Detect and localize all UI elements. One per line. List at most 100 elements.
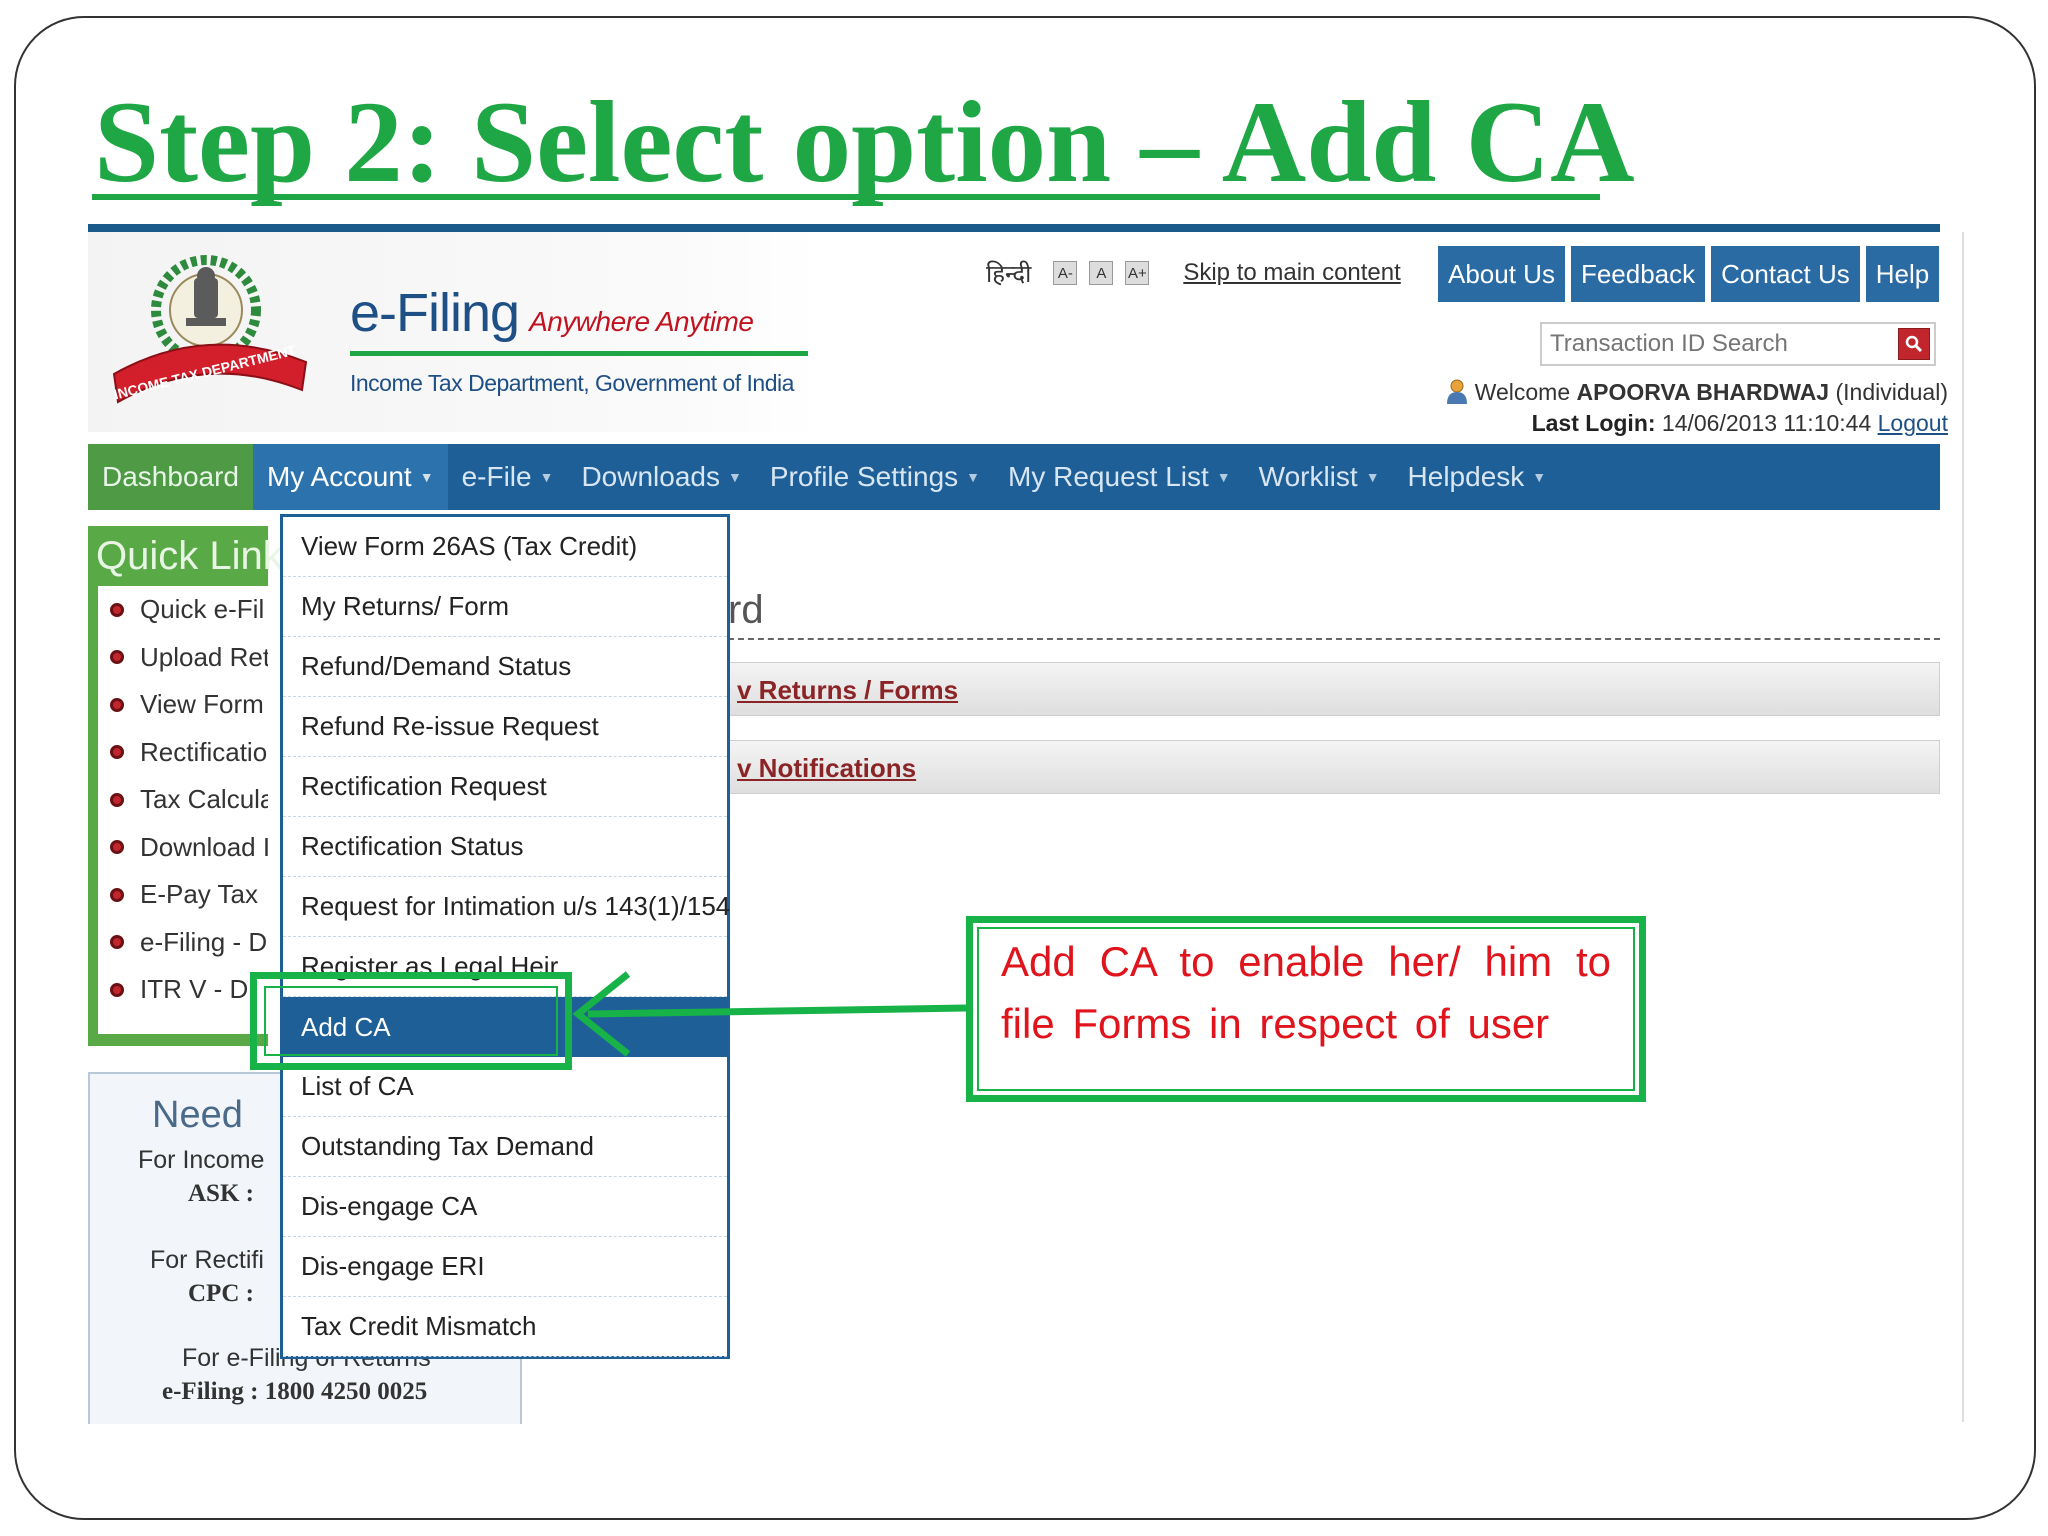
top-border	[88, 224, 1940, 232]
menu-item-disengage-ca[interactable]: Dis-engage CA	[283, 1177, 727, 1237]
nav-label: Dashboard	[102, 461, 239, 492]
hindi-link[interactable]: हिन्दी	[986, 257, 1031, 290]
menu-item-my-returns[interactable]: My Returns/ Form	[283, 577, 727, 637]
bullet-icon	[110, 697, 124, 712]
brand: e-Filing Anywhere Anytime	[350, 282, 754, 344]
user-type: (Individual)	[1835, 379, 1949, 405]
caret-down-icon: ▼	[419, 469, 434, 485]
nav-label: My Request List	[1008, 461, 1209, 492]
logout-link[interactable]: Logout	[1878, 410, 1948, 436]
bullet-icon	[110, 745, 124, 760]
font-decrease-button[interactable]: A-	[1053, 261, 1078, 285]
main-nav: Dashboard My Account ▼ e-File ▼ Downloads ▼…	[88, 444, 1940, 510]
callout-text: Add CA to enable her/ him to file Forms …	[1001, 938, 1611, 1047]
tab-contact-us[interactable]: Contact Us	[1711, 246, 1860, 302]
quick-link-label: Download I	[140, 831, 268, 862]
transaction-id-search-input[interactable]	[1550, 329, 1890, 359]
tab-help[interactable]: Help	[1865, 246, 1940, 302]
caret-down-icon: ▼	[1532, 469, 1547, 485]
quick-link-label: E-Pay Tax	[140, 879, 259, 910]
quick-link-label: Quick e-Fil	[140, 594, 265, 625]
quick-link-item[interactable]: Upload Ret	[98, 634, 268, 682]
utility-links: हिन्दी A- A A+ Skip to main content	[986, 248, 1401, 298]
caret-down-icon: ▼	[966, 469, 981, 485]
welcome-line: Welcome APOORVA BHARDWAJ (Individual)	[1445, 378, 1948, 406]
nav-label: Worklist	[1258, 461, 1358, 492]
font-increase-button[interactable]: A+	[1125, 261, 1150, 285]
quick-link-item[interactable]: E-Pay Tax	[98, 871, 268, 919]
need-help-line-income: For Income	[138, 1146, 265, 1174]
nav-item-profile-settings[interactable]: Profile Settings ▼	[756, 444, 994, 510]
quick-link-label: Tax Calcula	[140, 784, 268, 815]
menu-item-refund-reissue[interactable]: Refund Re-issue Request	[283, 697, 727, 757]
bullet-icon	[110, 602, 124, 617]
right-edge	[1962, 232, 1964, 1422]
nav-item-my-request-list[interactable]: My Request List ▼	[994, 444, 1245, 510]
nav-label: Profile Settings	[769, 461, 959, 492]
nav-label: My Account	[266, 461, 412, 492]
caret-down-icon: ▼	[539, 469, 554, 485]
nav-item-e-file[interactable]: e-File ▼	[448, 444, 568, 510]
last-login-line: Last Login: 14/06/2013 11:10:44 Logout	[1532, 410, 1948, 437]
user-name: APOORVA BHARDWAJ	[1576, 379, 1830, 405]
quick-link-label: View Form	[140, 689, 264, 720]
menu-item-rectification-request[interactable]: Rectification Request	[283, 757, 727, 817]
slide-title-underline	[92, 194, 1600, 200]
bullet-icon	[110, 935, 124, 950]
my-account-dropdown: View Form 26AS (Tax Credit) My Returns/ …	[280, 514, 730, 1359]
need-help-cpc-label: CPC :	[188, 1280, 254, 1307]
menu-item-refund-demand-status[interactable]: Refund/Demand Status	[283, 637, 727, 697]
nav-item-my-account[interactable]: My Account ▼	[252, 444, 448, 510]
caret-down-icon: ▼	[1365, 469, 1380, 485]
quick-link-label: Upload Ret	[140, 641, 268, 672]
quick-links-title: Quick Link	[96, 534, 283, 578]
dashboard-heading: rd	[728, 588, 764, 632]
quick-link-label: e-Filing - D	[140, 926, 268, 957]
menu-item-disengage-eri[interactable]: Dis-engage ERI	[283, 1237, 727, 1297]
tab-about-us[interactable]: About Us	[1438, 246, 1565, 302]
skip-to-main-link[interactable]: Skip to main content	[1183, 259, 1400, 287]
quick-link-item[interactable]: Quick e-Fil	[98, 586, 268, 634]
dashboard-heading-rule	[728, 638, 1940, 640]
need-help-ask-label: ASK :	[188, 1180, 254, 1207]
menu-item-rectification-status[interactable]: Rectification Status	[283, 817, 727, 877]
menu-item-request-intimation[interactable]: Request for Intimation u/s 143(1)/154	[283, 877, 730, 937]
bullet-icon	[110, 792, 124, 807]
nav-item-dashboard[interactable]: Dashboard	[88, 444, 253, 510]
view-notifications-link[interactable]: v Notifications	[737, 753, 916, 784]
quick-link-label: ITR V - D	[140, 974, 249, 1005]
search-button[interactable]	[1898, 328, 1930, 360]
font-reset-button[interactable]: A	[1089, 261, 1114, 285]
quick-link-item[interactable]: View Form	[98, 681, 268, 729]
quick-link-item[interactable]: Download I	[98, 824, 268, 872]
caret-down-icon: ▼	[727, 469, 742, 485]
quick-link-item[interactable]: Tax Calcula	[98, 776, 268, 824]
menu-item-tax-credit-mismatch[interactable]: Tax Credit Mismatch	[283, 1297, 727, 1357]
quick-links-panel: Quick Link Quick e-Fil Upload Ret View F…	[88, 526, 283, 1046]
quick-link-item[interactable]: Rectificatio	[98, 729, 268, 777]
bullet-icon	[110, 650, 124, 665]
nav-label: Helpdesk	[1407, 461, 1525, 492]
view-returns-bar: v Returns / Forms	[728, 662, 1940, 716]
nav-item-worklist[interactable]: Worklist ▼	[1245, 444, 1394, 510]
nav-item-helpdesk[interactable]: Helpdesk ▼	[1394, 444, 1561, 510]
menu-item-outstanding-tax-demand[interactable]: Outstanding Tax Demand	[283, 1117, 727, 1177]
search-icon	[1905, 335, 1923, 353]
add-ca-highlight-inner	[264, 986, 558, 1056]
view-notifications-bar: v Notifications	[728, 740, 1940, 794]
quick-links-list: Quick e-Fil Upload Ret View Form Rectifi…	[98, 586, 268, 1034]
nav-item-downloads[interactable]: Downloads ▼	[567, 444, 755, 510]
slide-title: Step 2: Select option – Add CA	[94, 78, 1635, 207]
view-returns-link[interactable]: v Returns / Forms	[737, 675, 958, 706]
menu-item-view-form-26as[interactable]: View Form 26AS (Tax Credit)	[283, 517, 727, 577]
callout-box: Add CA to enable her/ him to file Forms …	[966, 916, 1646, 1102]
last-login-value: 14/06/2013 11:10:44	[1661, 410, 1872, 436]
quick-link-item[interactable]: e-Filing - D	[98, 919, 268, 967]
tab-feedback[interactable]: Feedback	[1570, 246, 1706, 302]
top-tabs: About Us Feedback Contact Us Help	[1438, 246, 1940, 302]
quick-link-label: Rectificatio	[140, 736, 268, 767]
quick-link-item[interactable]: ITR V - D	[98, 966, 268, 1014]
bullet-icon	[110, 887, 124, 902]
brand-name: e-Filing	[350, 283, 520, 343]
need-help-line-rectification: For Rectifi	[150, 1246, 264, 1274]
